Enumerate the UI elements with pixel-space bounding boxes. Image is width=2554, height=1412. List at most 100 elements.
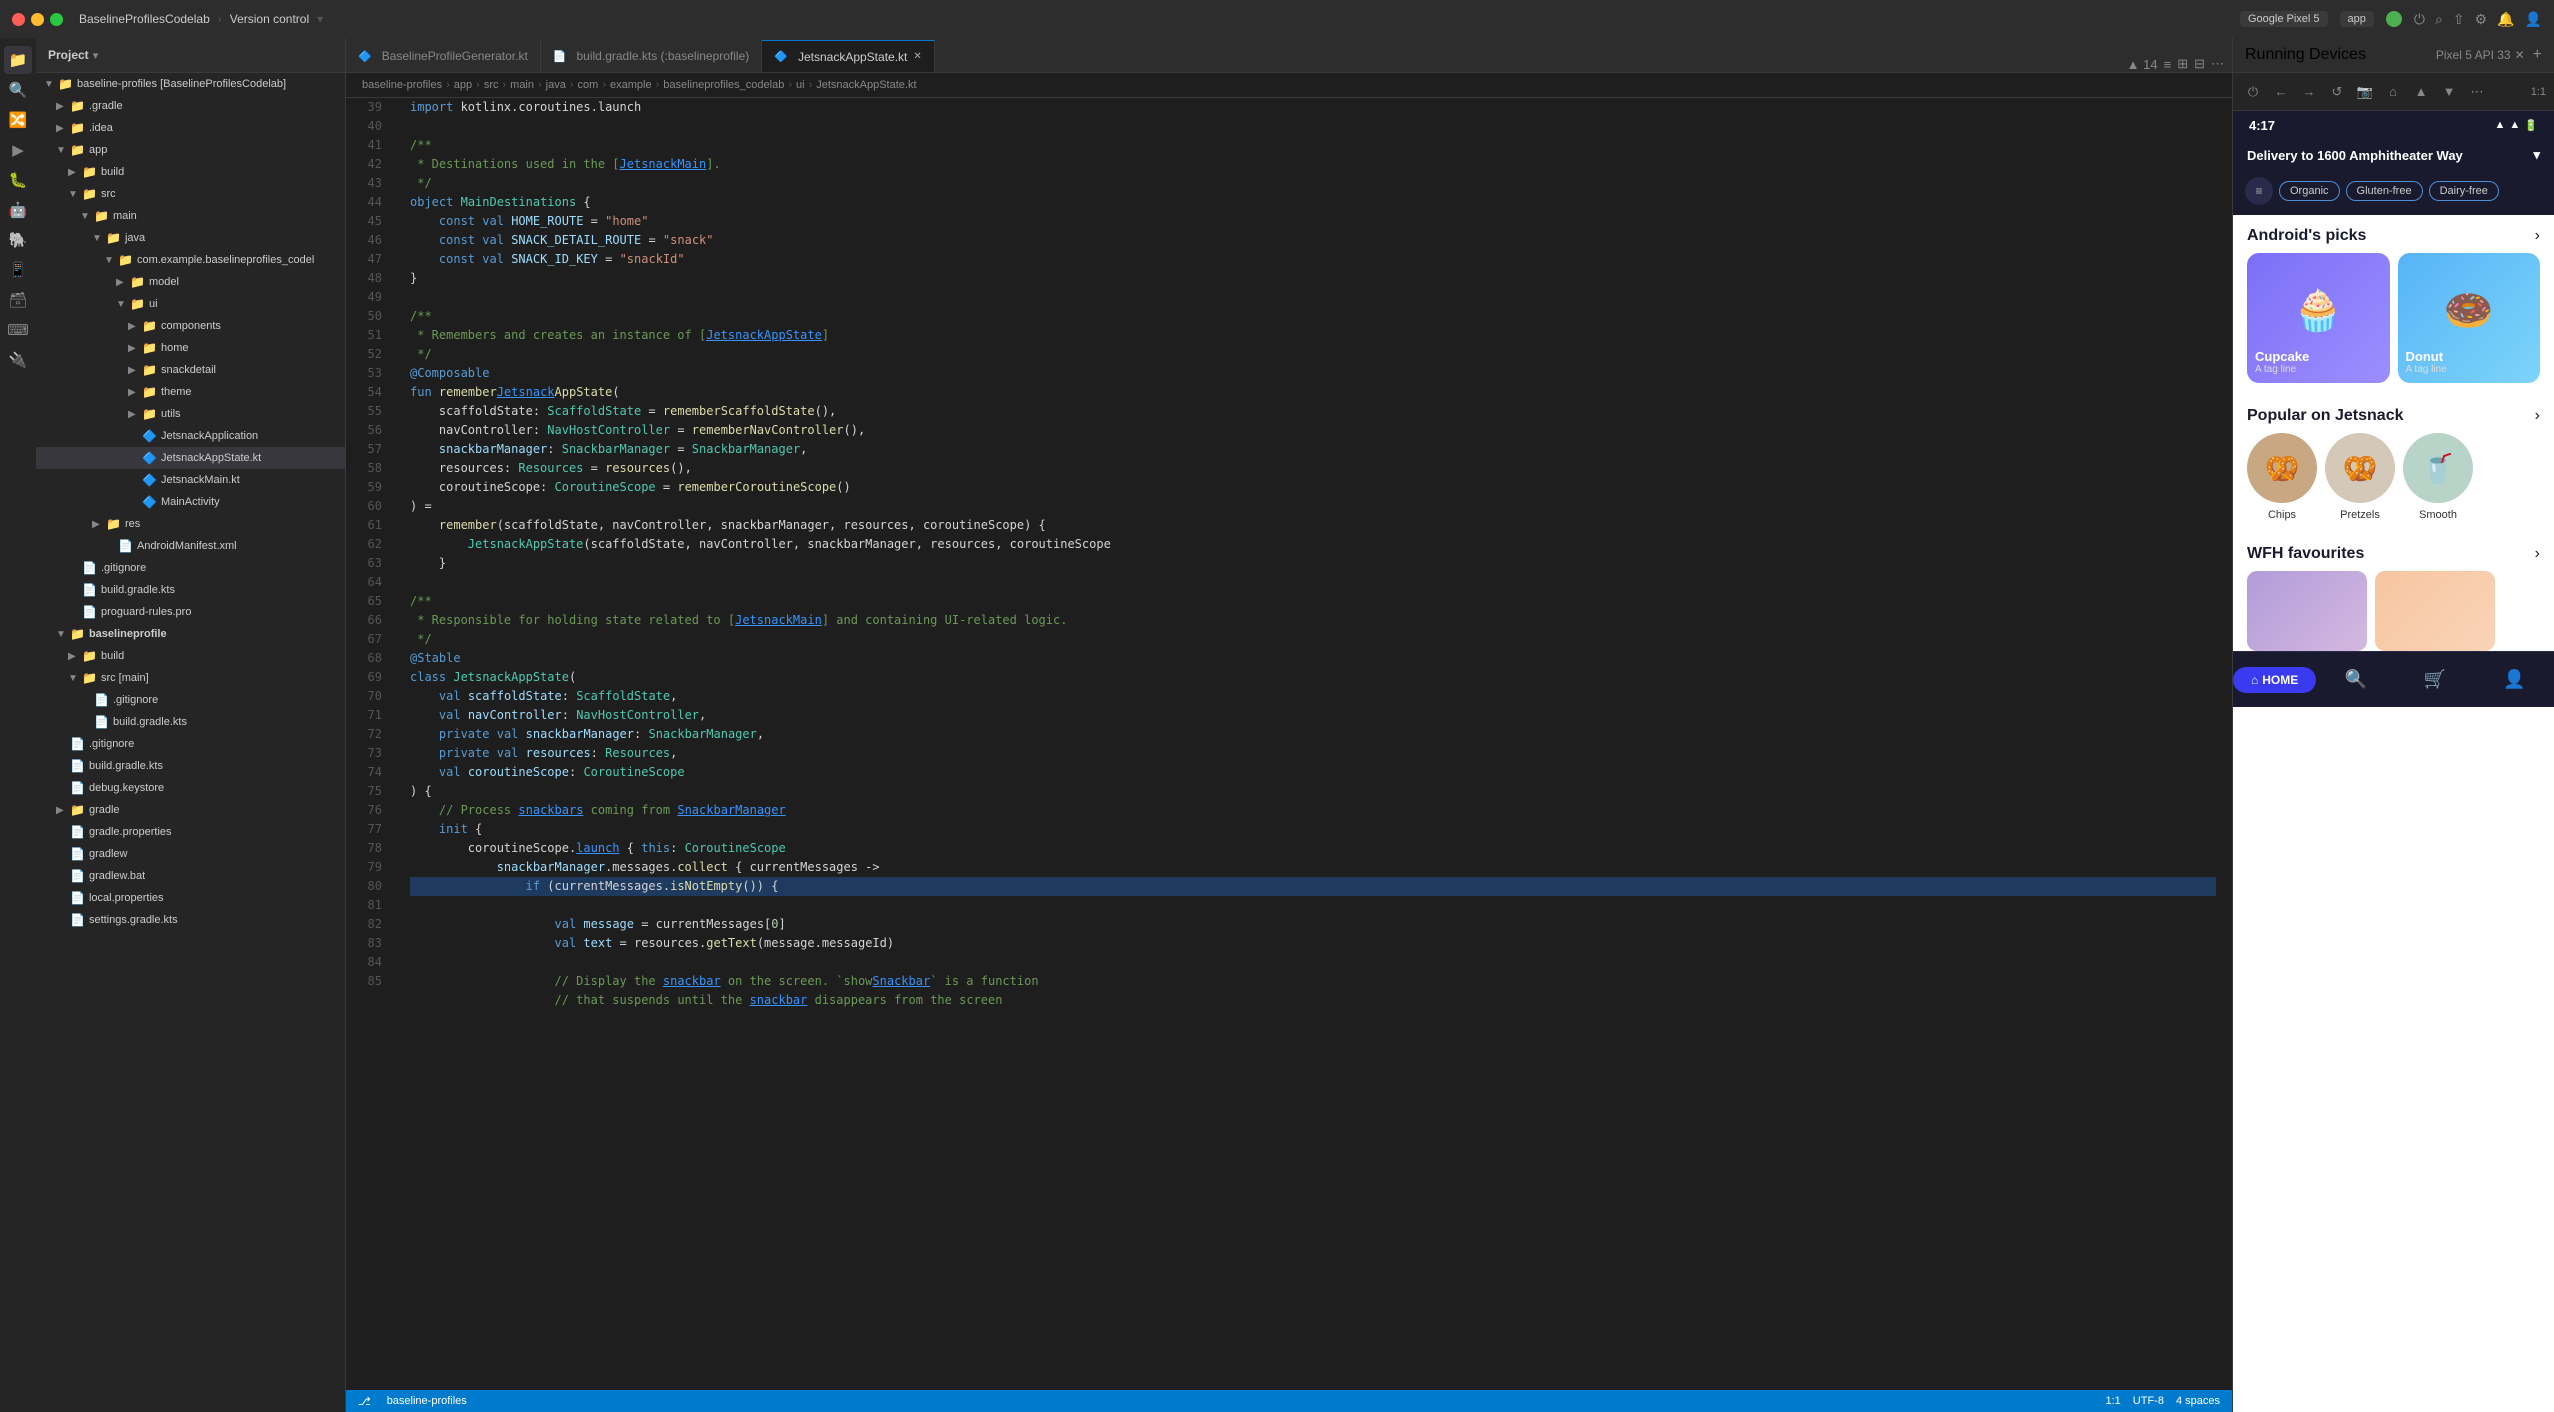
pick-card-donut[interactable]: Donut A tag line 🍩 (2398, 253, 2541, 383)
app-badge[interactable]: app (2340, 11, 2374, 27)
volume-up-btn[interactable]: ▲ (2409, 80, 2433, 104)
androids-picks-arrow[interactable]: › (2535, 227, 2540, 245)
power-icon[interactable]: ⏻ (2414, 11, 2425, 28)
power-btn[interactable]: ⏻ (2241, 80, 2265, 104)
tree-item-build[interactable]: ▶ 📁 build (36, 161, 345, 183)
tree-item-idea[interactable]: ▶ 📁 .idea (36, 117, 345, 139)
tree-item-components[interactable]: ▶ 📁 components (36, 315, 345, 337)
sidebar-item-android[interactable]: 🤖 (4, 196, 32, 224)
more-btn[interactable]: ⋯ (2465, 80, 2489, 104)
sidebar-item-debug[interactable]: 🐛 (4, 166, 32, 194)
tree-item-proguard[interactable]: 📄 proguard-rules.pro (36, 601, 345, 623)
tree-root[interactable]: ▼ 📁 baseline-profiles [BaselineProfilesC… (36, 73, 345, 95)
popular-item-pretzels[interactable]: 🥨 Pretzels (2325, 433, 2395, 521)
pixel-label[interactable]: Pixel 5 API 33 ✕ + (2436, 46, 2542, 64)
device-badge[interactable]: Google Pixel 5 (2240, 11, 2328, 27)
filter-chip-dairy[interactable]: Dairy-free (2429, 181, 2499, 201)
tree-item-jetsnackappstate[interactable]: 🔷 JetsnackAppState.kt (36, 447, 345, 469)
bc-9[interactable]: ui (796, 79, 805, 91)
tree-item-model[interactable]: ▶ 📁 model (36, 271, 345, 293)
maximize-button[interactable] (50, 13, 63, 26)
filter-icon[interactable]: ≡ (2245, 177, 2273, 205)
nav-profile[interactable]: 👤 (2475, 669, 2554, 690)
screenshot-btn[interactable]: 📷 (2353, 80, 2377, 104)
tree-item-java[interactable]: ▼ 📁 java (36, 227, 345, 249)
wfh-arrow[interactable]: › (2535, 545, 2540, 563)
sidebar-item-run[interactable]: ▶ (4, 136, 32, 164)
tree-item-gradle-properties[interactable]: 📄 gradle.properties (36, 821, 345, 843)
search-icon[interactable]: ⌕ (2435, 11, 2443, 28)
tree-item-jetsnackmain[interactable]: 🔷 JetsnackMain.kt (36, 469, 345, 491)
tree-item-buildgradlekts2[interactable]: 📄 build.gradle.kts (36, 711, 345, 733)
project-dropdown[interactable]: ▾ (93, 49, 99, 62)
bc-2[interactable]: app (454, 79, 472, 91)
sidebar-item-files[interactable]: 📁 (4, 46, 32, 74)
tree-item-buildgradlekts-app[interactable]: 📄 build.gradle.kts (36, 579, 345, 601)
tree-item-manifest[interactable]: 📄 AndroidManifest.xml (36, 535, 345, 557)
tree-item-src-main[interactable]: ▼ 📁 src [main] (36, 667, 345, 689)
tree-item-app[interactable]: ▼ 📁 app (36, 139, 345, 161)
nav-search[interactable]: 🔍 (2316, 669, 2395, 690)
delivery-dropdown-icon[interactable]: ▾ (2533, 147, 2540, 163)
bc-10[interactable]: JetsnackAppState.kt (816, 79, 916, 91)
view-mode-grid[interactable]: ⊟ (2194, 56, 2205, 72)
sidebar-item-terminal[interactable]: ⌨ (4, 316, 32, 344)
delivery-bar[interactable]: Delivery to 1600 Amphitheater Way ▾ (2233, 139, 2554, 171)
sidebar-item-vcs[interactable]: 🔀 (4, 106, 32, 134)
sidebar-item-database[interactable]: 🗃 (4, 286, 32, 314)
tree-item-mainactivity[interactable]: 🔷 MainActivity (36, 491, 345, 513)
wfh-card-2[interactable] (2375, 571, 2495, 651)
tree-item-gitignore-app[interactable]: 📄 .gitignore (36, 557, 345, 579)
popular-item-chips[interactable]: 🥨 Chips (2247, 433, 2317, 521)
bc-5[interactable]: java (546, 79, 566, 91)
bc-3[interactable]: src (484, 79, 499, 91)
tree-item-home[interactable]: ▶ 📁 home (36, 337, 345, 359)
code-content[interactable]: import kotlinx.coroutines.launch /** * D… (394, 98, 2232, 1390)
close-button[interactable] (12, 13, 25, 26)
tree-item-com[interactable]: ▼ 📁 com.example.baselineprofiles_codel (36, 249, 345, 271)
view-mode-list[interactable]: ≡ (2164, 57, 2172, 72)
rotate-btn[interactable]: ↺ (2325, 80, 2349, 104)
wfh-card-1[interactable] (2247, 571, 2367, 651)
tab-baselineprofilegenerator[interactable]: 🔷 BaselineProfileGenerator.kt (346, 40, 541, 72)
bc-8[interactable]: baselineprofiles_codelab (663, 79, 784, 91)
nav-home[interactable]: ⌂ HOME (2233, 667, 2316, 693)
nav-cart[interactable]: 🛒 (2396, 669, 2475, 690)
run-button[interactable] (2386, 11, 2402, 27)
tree-item-gradlew-bat[interactable]: 📄 gradlew.bat (36, 865, 345, 887)
tree-item-src[interactable]: ▼ 📁 src (36, 183, 345, 205)
filter-chip-gluten[interactable]: Gluten-free (2346, 181, 2423, 201)
tree-item-main[interactable]: ▼ 📁 main (36, 205, 345, 227)
minimize-button[interactable] (31, 13, 44, 26)
file-tree-body[interactable]: ▼ 📁 baseline-profiles [BaselineProfilesC… (36, 73, 345, 1412)
volume-down-btn[interactable]: ▼ (2437, 80, 2461, 104)
tree-item-local-properties[interactable]: 📄 local.properties (36, 887, 345, 909)
share-icon[interactable]: ⇧ (2453, 11, 2465, 28)
tree-item-gradle-folder[interactable]: ▶ 📁 gradle (36, 799, 345, 821)
tree-item-jetsnackapplication[interactable]: 🔷 JetsnackApplication (36, 425, 345, 447)
tree-item-ui[interactable]: ▼ 📁 ui (36, 293, 345, 315)
popular-item-smooth[interactable]: 🥤 Smooth (2403, 433, 2473, 521)
bc-1[interactable]: baseline-profiles (362, 79, 442, 91)
tree-item-gitignore2[interactable]: 📄 .gitignore (36, 689, 345, 711)
pick-card-cupcake[interactable]: Cupcake A tag line 🧁 (2247, 253, 2390, 383)
tree-item-baselineprofile[interactable]: ▼ 📁 baselineprofile (36, 623, 345, 645)
close-device-icon[interactable]: ✕ (2515, 48, 2525, 62)
back-btn[interactable]: ← (2269, 80, 2293, 104)
person-icon[interactable]: 👤 (2525, 11, 2542, 28)
tree-item-gradle-hidden[interactable]: ▶ 📁 .gradle (36, 95, 345, 117)
filter-chip-organic[interactable]: Organic (2279, 181, 2340, 201)
home-btn[interactable]: ⌂ (2381, 80, 2405, 104)
code-editor[interactable]: 3940414243 4445464748 4950515253 5455565… (346, 98, 2232, 1390)
nav-home-btn[interactable]: ⌂ HOME (2233, 667, 2316, 693)
view-mode-split[interactable]: ⊞ (2177, 56, 2188, 72)
bc-7[interactable]: example (610, 79, 652, 91)
add-device-button[interactable]: + (2533, 46, 2542, 64)
tree-item-snackdetail[interactable]: ▶ 📁 snackdetail (36, 359, 345, 381)
tab-buildgradlekts[interactable]: 📄 build.gradle.kts (:baselineprofile) (541, 40, 762, 72)
sidebar-item-plugin[interactable]: 🔌 (4, 346, 32, 374)
version-control-label[interactable]: Version control (230, 12, 309, 26)
tree-item-build2[interactable]: ▶ 📁 build (36, 645, 345, 667)
close-tab-icon[interactable]: ✕ (913, 51, 921, 62)
bc-4[interactable]: main (510, 79, 534, 91)
